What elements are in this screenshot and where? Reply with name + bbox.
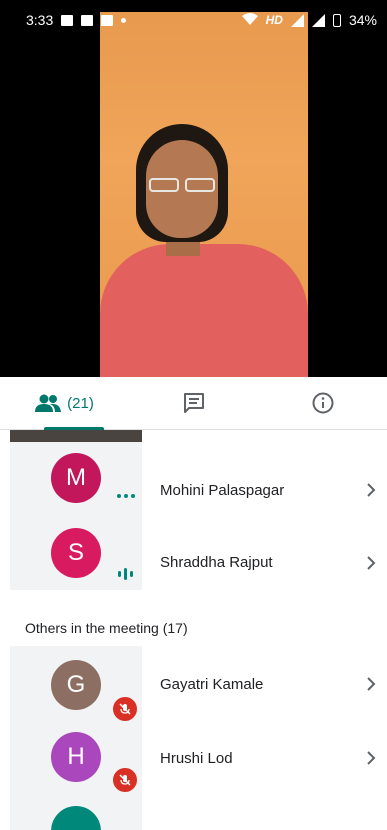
mic-off-icon: [113, 697, 137, 721]
chat-icon: [183, 392, 205, 414]
image-notification-icon: [61, 14, 74, 26]
partial-video-thumbnail: [10, 430, 142, 442]
status-bar: 3:33 HD 34%: [0, 0, 387, 40]
chevron-right-icon[interactable]: [364, 554, 378, 572]
participants-list[interactable]: M Mohini Palaspagar S Shraddha Rajput Ot…: [0, 430, 387, 830]
avatar: G: [51, 660, 101, 710]
signal-icon-2: [311, 13, 325, 27]
avatar-initial: M: [66, 464, 86, 491]
participant-row-partial[interactable]: [0, 798, 387, 830]
participant-name: Shraddha Rajput: [160, 554, 273, 571]
chevron-right-icon[interactable]: [364, 675, 378, 693]
signal-icon: [290, 13, 304, 27]
avatar-initial: H: [67, 743, 85, 770]
battery-icon: [332, 13, 341, 27]
avatar: S: [51, 528, 101, 578]
avatar-initial: G: [66, 671, 86, 698]
info-icon: [312, 392, 334, 414]
person-glasses: [147, 178, 219, 192]
avatar-initial: S: [67, 539, 84, 566]
participant-name: Gayatri Kamale: [160, 676, 264, 693]
more-dots-icon: [117, 494, 135, 498]
participant-name: Mohini Palaspagar: [160, 482, 285, 499]
chevron-right-icon[interactable]: [364, 481, 378, 499]
meet-notification-icon: [101, 14, 114, 26]
wifi-icon: [241, 12, 258, 28]
person-body: [100, 244, 308, 377]
more-notifications-icon: [121, 17, 127, 23]
clock: 3:33: [26, 12, 54, 28]
tab-people[interactable]: (21): [0, 377, 129, 430]
mic-off-icon: [113, 768, 137, 792]
chevron-right-icon[interactable]: [364, 749, 378, 767]
speaking-indicator-icon: [118, 568, 133, 580]
battery-percent: 34%: [348, 12, 377, 28]
participant-row[interactable]: S Shraddha Rajput: [0, 514, 387, 590]
document-notification-icon: [81, 14, 94, 26]
main-video[interactable]: [0, 0, 387, 377]
others-section-heading: Others in the meeting (17): [25, 620, 188, 636]
tab-chat[interactable]: [129, 377, 258, 429]
tab-info[interactable]: [258, 377, 387, 429]
participant-row[interactable]: G Gayatri Kamale: [0, 646, 387, 722]
people-icon: [35, 394, 62, 412]
network-label: HD: [265, 13, 283, 27]
participant-name: Hrushi Lod: [160, 750, 233, 767]
participant-video-feed: [100, 12, 308, 377]
participant-row[interactable]: H Hrushi Lod: [0, 722, 387, 798]
avatar: H: [51, 732, 101, 782]
tab-bar: (21): [0, 377, 387, 430]
people-count: (21): [67, 394, 94, 412]
participant-row[interactable]: M Mohini Palaspagar: [0, 442, 387, 514]
avatar: M: [51, 453, 101, 503]
